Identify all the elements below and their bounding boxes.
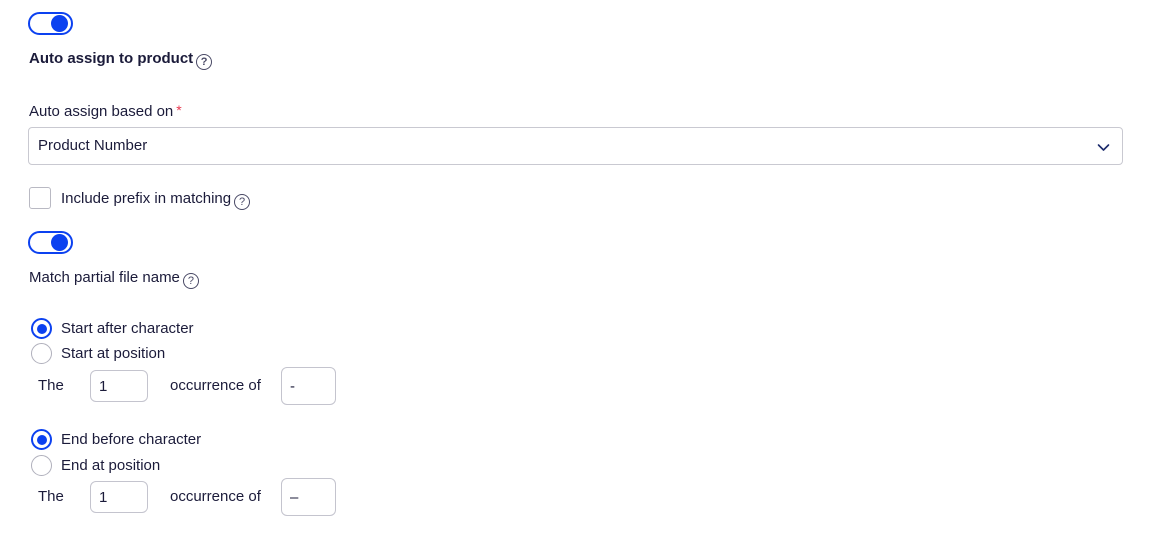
start-occurrence-of-text: occurrence of	[170, 377, 261, 394]
auto-assign-to-product-label-text: Auto assign to product	[29, 50, 194, 67]
start-the-text: The	[38, 377, 64, 394]
end-occurrence-of-text: occurrence of	[170, 488, 261, 505]
match-partial-file-name-label: Match partial file name?	[29, 268, 199, 289]
include-prefix-checkbox[interactable]	[29, 187, 51, 209]
required-asterisk: *	[176, 102, 182, 118]
radio-end-before-character-label: End before character	[61, 431, 202, 448]
radio-end-at-position[interactable]	[31, 455, 52, 476]
radio-start-after-character[interactable]	[31, 318, 52, 339]
end-character-input[interactable]	[281, 478, 336, 516]
start-occurrence-input[interactable]	[90, 370, 148, 402]
include-prefix-label-text: Include prefix in matching	[61, 190, 232, 207]
radio-end-at-position-label: End at position	[61, 457, 161, 474]
radio-start-at-position[interactable]	[31, 343, 52, 364]
match-partial-file-name-toggle[interactable]	[28, 231, 73, 254]
help-icon[interactable]: ?	[196, 54, 213, 70]
auto-assign-based-on-select[interactable]: Product Number	[28, 127, 1123, 165]
end-occurrence-input[interactable]	[90, 481, 148, 513]
match-partial-file-name-label-text: Match partial file name	[29, 269, 180, 286]
radio-start-at-position-label: Start at position	[61, 345, 166, 362]
toggle-knob	[51, 15, 68, 32]
radio-end-before-character[interactable]	[31, 429, 52, 450]
auto-assign-settings-panel: Auto assign to product? Auto assign base…	[0, 0, 1150, 544]
toggle-knob	[51, 234, 68, 251]
include-prefix-label: Include prefix in matching?	[61, 189, 251, 210]
radio-start-after-character-label: Start after character	[61, 320, 194, 337]
auto-assign-based-on-value: Product Number	[38, 137, 148, 154]
auto-assign-to-product-label: Auto assign to product?	[29, 49, 213, 70]
chevron-down-icon[interactable]	[1097, 141, 1110, 154]
end-the-text: The	[38, 488, 64, 505]
start-character-input[interactable]	[281, 367, 336, 405]
auto-assign-to-product-toggle[interactable]	[28, 12, 73, 35]
auto-assign-based-on-label-text: Auto assign based on	[29, 103, 174, 120]
help-icon[interactable]: ?	[234, 194, 251, 210]
help-icon[interactable]: ?	[182, 273, 199, 289]
auto-assign-based-on-label: Auto assign based on *	[29, 100, 182, 122]
